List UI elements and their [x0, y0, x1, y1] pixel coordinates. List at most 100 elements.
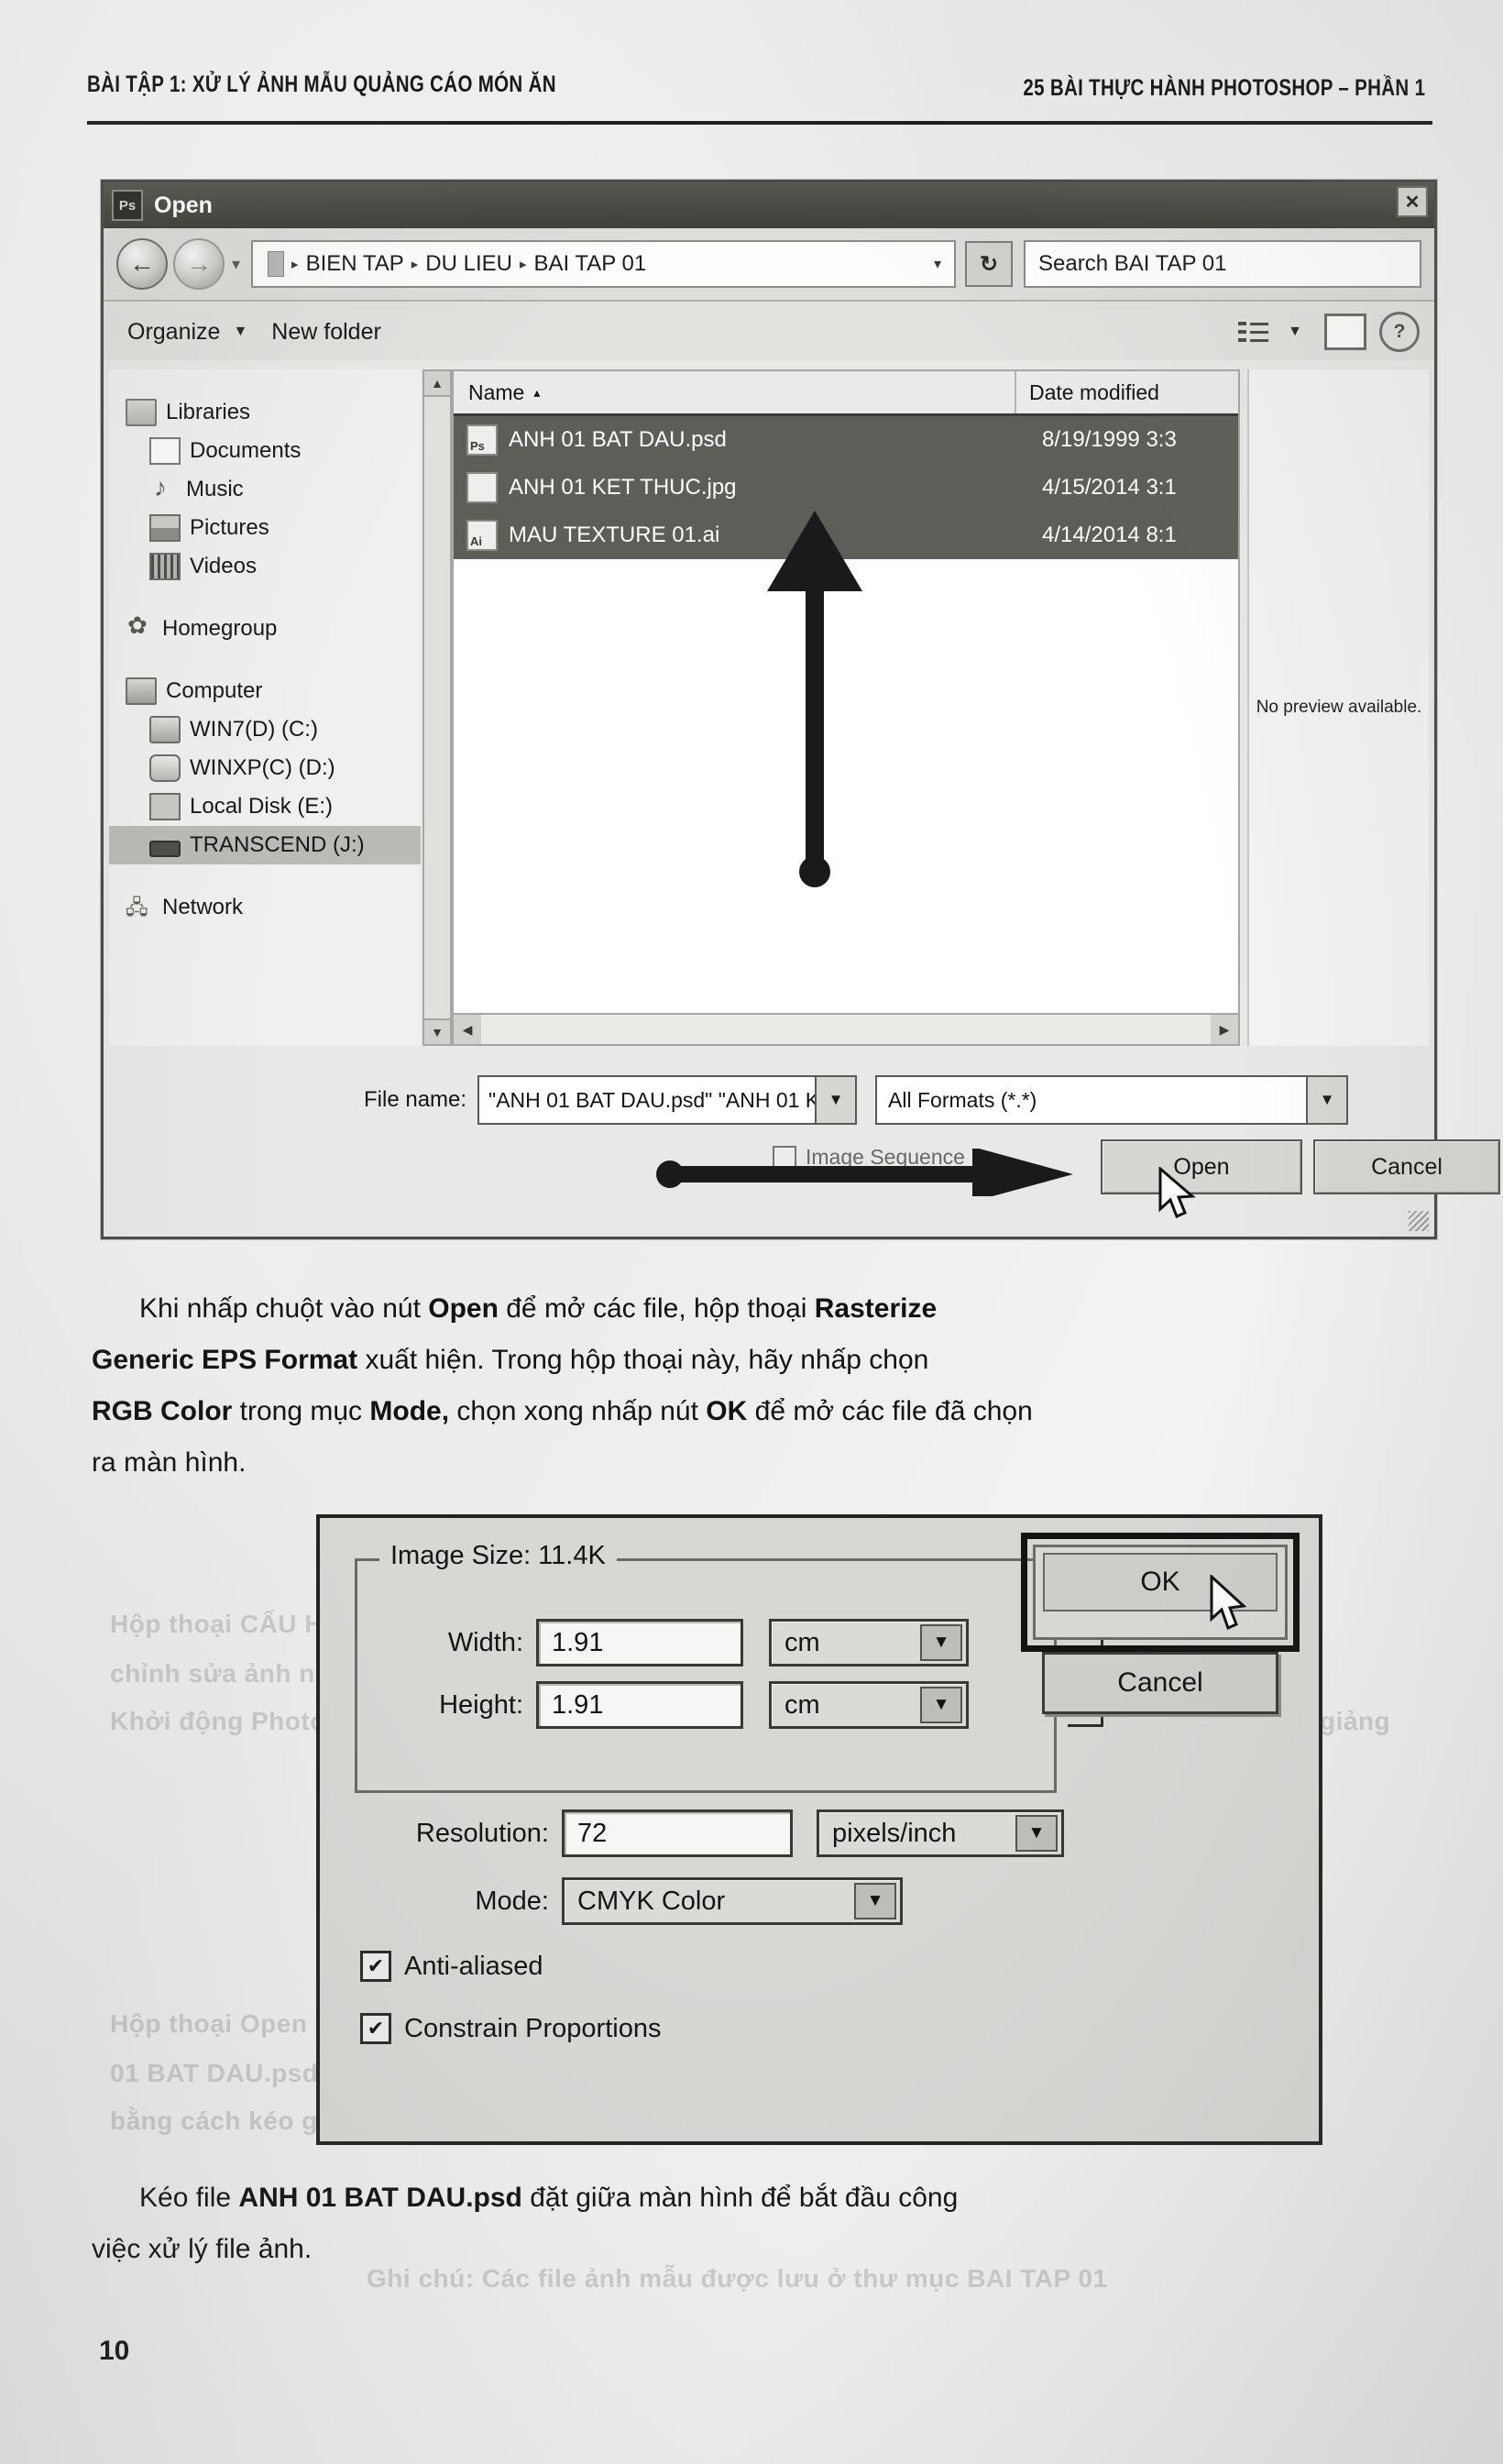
command-toolbar: Organize ▼ New folder ▼ ? — [104, 300, 1434, 364]
file-date: 4/15/2014 3:1 — [1042, 475, 1177, 500]
chevron-down-icon[interactable]: ▼ — [920, 1687, 962, 1723]
sidebar-item-libraries[interactable]: Libraries — [109, 393, 421, 432]
video-icon — [149, 553, 181, 580]
close-icon[interactable]: ✕ — [1397, 186, 1428, 217]
width-unit-select[interactable]: cm ▼ — [769, 1619, 969, 1666]
new-folder-button[interactable]: New folder — [271, 319, 381, 346]
header-rule — [87, 121, 1432, 125]
nav-pane-gap-3 — [109, 864, 421, 888]
sidebar-item-win7-c[interactable]: WIN7(D) (C:) — [109, 710, 421, 749]
open-button[interactable]: Open — [1101, 1139, 1302, 1194]
hscroll-thumb[interactable] — [481, 1015, 1211, 1044]
scroll-down-icon[interactable]: ▼ — [424, 1018, 450, 1044]
paragraph-1: Khi nhấp chuột vào nút Open để mở các fi… — [92, 1283, 1439, 1489]
scroll-up-icon[interactable]: ▲ — [424, 371, 450, 397]
width-label: Width: — [447, 1627, 523, 1657]
chevron-down-icon[interactable]: ▼ — [920, 1624, 962, 1661]
nav-pane-top-gap — [109, 369, 421, 393]
ok-button[interactable]: OK — [1043, 1553, 1278, 1612]
resolution-field: Resolution: 72 pixels/inch ▼ — [333, 1810, 1064, 1857]
chevron-down-icon[interactable]: ▼ — [854, 1883, 896, 1920]
chevron-down-icon[interactable]: ▼ — [1306, 1077, 1347, 1123]
file-name-value: "ANH 01 BAT DAU.psd" "ANH 01 KE — [488, 1087, 834, 1112]
checkbox-check-icon[interactable]: ✔ — [360, 2013, 391, 2044]
refresh-icon[interactable]: ↻ — [965, 241, 1013, 287]
sidebar-item-documents[interactable]: Documents — [109, 432, 421, 470]
sidebar-item-transcend-j[interactable]: TRANSCEND (J:) — [109, 826, 421, 864]
view-mode-icon[interactable] — [1238, 320, 1269, 344]
breadcrumb-dropdown-icon[interactable]: ▾ — [934, 255, 941, 273]
recent-locations-icon[interactable]: ▾ — [232, 255, 240, 274]
p2-b: ANH 01 BAT DAU.psd — [238, 2183, 522, 2213]
file-list-hscrollbar[interactable]: ◀ ▶ — [454, 1013, 1238, 1044]
resolution-input[interactable]: 72 — [562, 1810, 793, 1857]
breadcrumb-item-0[interactable]: BIEN TAP — [306, 251, 404, 277]
sidebar-item-network[interactable]: Network — [109, 888, 421, 927]
checkbox-check-icon[interactable]: ✔ — [360, 1951, 391, 1982]
paragraph-1-line-3: RGB Color trong mục Mode, chọn xong nhấp… — [92, 1386, 1439, 1437]
preview-pane-icon[interactable] — [1324, 314, 1366, 350]
view-caret-icon[interactable]: ▼ — [1288, 324, 1302, 340]
hscroll-left-icon[interactable]: ◀ — [454, 1015, 481, 1044]
p1-l3-e: OK — [706, 1396, 748, 1426]
chevron-down-icon[interactable]: ▼ — [1015, 1815, 1058, 1852]
sidebar-label: Pictures — [190, 515, 269, 540]
page-number: 10 — [99, 2336, 130, 2366]
breadcrumb[interactable]: ▸ BIEN TAP ▸ DU LIEU ▸ BAI TAP 01 ▾ — [251, 240, 956, 288]
ok-button-inner: OK — [1033, 1545, 1288, 1640]
breadcrumb-item-2[interactable]: BAI TAP 01 — [533, 251, 646, 277]
resolution-unit-select[interactable]: pixels/inch ▼ — [817, 1810, 1064, 1857]
usb-drive-icon — [149, 840, 181, 857]
navigation-pane-scrollbar[interactable]: ▲ ▼ — [422, 369, 452, 1046]
constrain-proportions-checkbox[interactable]: ✔ Constrain Proportions — [360, 2013, 661, 2044]
height-unit-select[interactable]: cm ▼ — [769, 1681, 969, 1729]
sidebar-item-local-disk-e[interactable]: Local Disk (E:) — [109, 787, 421, 826]
file-format-select[interactable]: All Formats (*.*) ▼ — [875, 1075, 1349, 1125]
height-label: Height: — [439, 1689, 523, 1720]
image-size-label: Image Size: 11.4K — [379, 1541, 617, 1571]
mode-select[interactable]: CMYK Color ▼ — [562, 1877, 903, 1925]
column-header-name[interactable]: Name ▴ — [454, 371, 1016, 413]
sidebar-item-music[interactable]: Music — [109, 470, 421, 509]
column-header-date[interactable]: Date modified — [1016, 380, 1238, 405]
jpg-file-icon — [466, 472, 498, 503]
image-size-group: Image Size: 11.4K — [355, 1541, 1057, 1793]
annotation-arrow-right — [656, 1149, 1073, 1196]
height-input[interactable]: 1.91 — [536, 1681, 743, 1729]
table-row[interactable]: Ps ANH 01 BAT DAU.psd 8/19/1999 3:3 — [454, 416, 1238, 464]
sidebar-item-pictures[interactable]: Pictures — [109, 509, 421, 547]
width-input[interactable]: 1.91 — [536, 1619, 743, 1666]
nav-pane-gap-1 — [109, 586, 421, 610]
constrain-proportions-label: Constrain Proportions — [404, 2013, 662, 2043]
search-input[interactable]: Search BAI TAP 01 — [1024, 240, 1421, 288]
sidebar-item-videos[interactable]: Videos — [109, 547, 421, 586]
organize-caret-icon[interactable]: ▼ — [233, 324, 247, 340]
file-name-row: File name: "ANH 01 BAT DAU.psd" "ANH 01 … — [104, 1073, 1434, 1127]
cancel-button[interactable]: Cancel — [1313, 1139, 1500, 1194]
cancel-button[interactable]: Cancel — [1042, 1652, 1278, 1714]
anti-aliased-checkbox[interactable]: ✔ Anti-aliased — [360, 1951, 543, 1982]
resize-grip[interactable] — [1409, 1211, 1429, 1231]
paragraph-2-line-2: việc xử lý file ảnh. — [92, 2234, 313, 2264]
dialog-title: Open — [154, 192, 213, 218]
sidebar-label: WINXP(C) (D:) — [190, 755, 335, 780]
p1-l1-b: Open — [428, 1293, 499, 1324]
table-row[interactable]: ANH 01 KET THUC.jpg 4/15/2014 3:1 — [454, 464, 1238, 512]
sidebar-label: Music — [186, 477, 244, 501]
sidebar-item-homegroup[interactable]: Homegroup — [109, 610, 421, 648]
mode-label: Mode: — [475, 1886, 549, 1916]
hscroll-right-icon[interactable]: ▶ — [1211, 1015, 1238, 1044]
network-icon — [126, 892, 153, 927]
help-icon[interactable]: ? — [1379, 312, 1420, 352]
forward-icon[interactable]: → — [173, 238, 225, 290]
chevron-down-icon[interactable]: ▼ — [815, 1077, 856, 1123]
back-icon[interactable]: ← — [116, 238, 168, 290]
file-name-input[interactable]: "ANH 01 BAT DAU.psd" "ANH 01 KE ▼ — [477, 1075, 858, 1125]
sidebar-item-computer[interactable]: Computer — [109, 672, 421, 710]
navigation-pane: Libraries Documents Music Pictures Video… — [109, 369, 421, 1046]
resolution-unit-value: pixels/inch — [832, 1818, 957, 1848]
sidebar-item-winxp-d[interactable]: WINXP(C) (D:) — [109, 749, 421, 787]
homegroup-icon — [126, 611, 153, 641]
breadcrumb-item-1[interactable]: DU LIEU — [425, 251, 512, 277]
organize-button[interactable]: Organize — [127, 319, 220, 346]
